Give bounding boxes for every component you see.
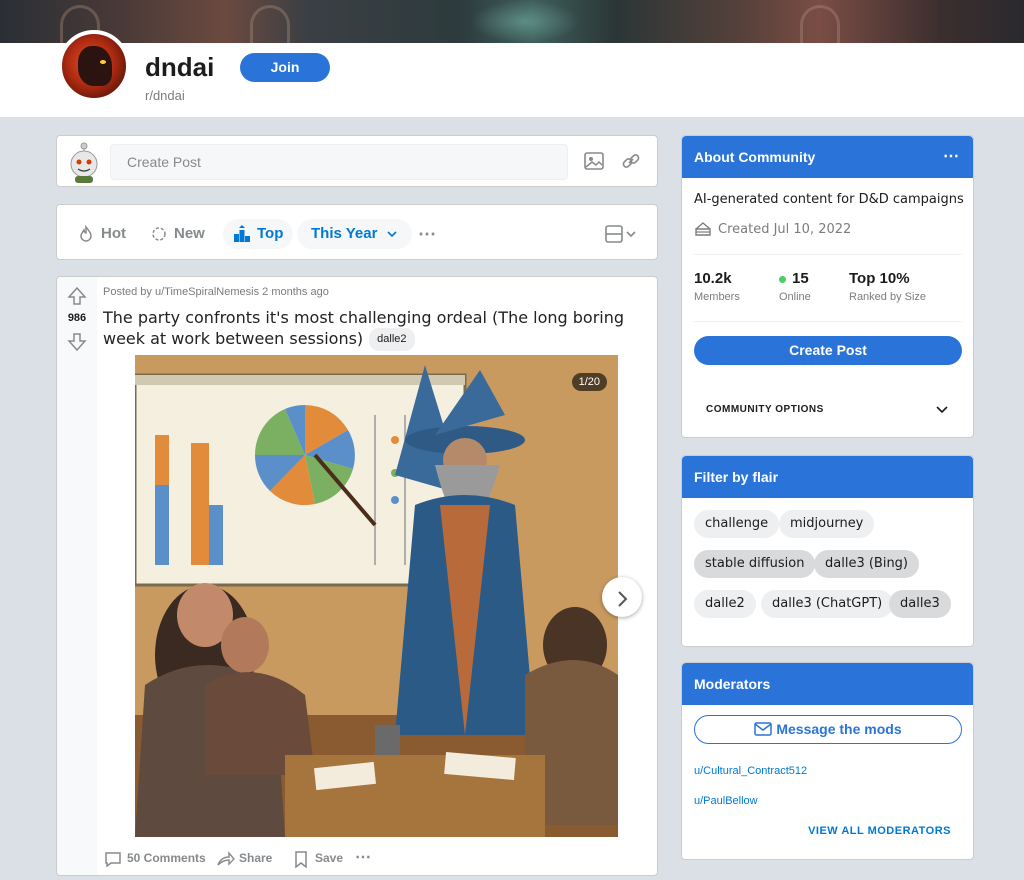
create-post-input[interactable]: Create Post xyxy=(110,144,568,180)
vote-count: 986 xyxy=(67,312,87,324)
sparkle-icon xyxy=(152,227,166,241)
about-divider xyxy=(694,254,962,255)
rank-stat: Top 10% Ranked by Size xyxy=(849,270,926,303)
message-mods-label: Message the mods xyxy=(776,721,902,737)
community-avatar xyxy=(58,30,130,102)
members-stat: 10.2k Members xyxy=(694,270,740,303)
about-community-header: About Community ⋯ xyxy=(682,136,973,178)
banner-arch-decoration xyxy=(800,5,840,43)
save-button[interactable]: Save xyxy=(291,847,343,869)
dragon-icon xyxy=(78,46,112,86)
online-count: 15 xyxy=(792,270,809,287)
more-options-icon[interactable]: ⋯ xyxy=(418,219,437,249)
save-label: Save xyxy=(315,851,344,865)
rank-label: Ranked by Size xyxy=(849,291,927,303)
wizard-presentation-illustration xyxy=(135,355,618,837)
sort-top-label: Top xyxy=(257,225,284,242)
sort-new-label: New xyxy=(174,225,205,242)
upvote-icon[interactable] xyxy=(66,285,88,307)
community-name: dndai xyxy=(145,52,215,82)
view-layout-toggle[interactable] xyxy=(605,219,637,249)
post-gallery-image[interactable] xyxy=(135,355,618,837)
image-upload-icon[interactable] xyxy=(583,150,605,172)
created-date: Created Jul 10, 2022 xyxy=(694,222,851,237)
community-banner xyxy=(0,0,1024,43)
moderator-link[interactable]: u/Cultural_Contract512 xyxy=(694,765,807,777)
sort-new[interactable]: New xyxy=(150,219,205,249)
online-stat: 15 Online xyxy=(779,270,811,303)
vote-column: 986 xyxy=(57,277,97,875)
flair-filter-dalle3[interactable]: dalle3 xyxy=(889,590,951,618)
created-date-text: Created Jul 10, 2022 xyxy=(718,222,852,237)
flair-filter-dalle3-bing[interactable]: dalle3 (Bing) xyxy=(814,550,920,578)
user-avatar-icon[interactable] xyxy=(65,140,103,184)
podium-icon xyxy=(234,225,250,243)
about-community-card: About Community ⋯ AI-generated content f… xyxy=(681,135,974,438)
sort-hot[interactable]: Hot xyxy=(77,219,126,249)
join-button[interactable]: Join xyxy=(240,53,330,82)
banner-glow xyxy=(470,0,580,43)
chevron-right-icon xyxy=(618,590,628,607)
banner-arch-decoration xyxy=(250,5,290,43)
gallery-next-button[interactable] xyxy=(602,577,642,617)
comment-icon xyxy=(105,852,121,868)
post-card[interactable]: 986 Posted by u/TimeSpiralNemesis 2 mont… xyxy=(56,276,658,876)
bookmark-icon xyxy=(295,851,307,869)
flair-filter-title: Filter by flair xyxy=(682,456,973,498)
gallery-counter: 1/20 xyxy=(571,373,607,391)
time-range-dropdown[interactable]: This Year xyxy=(297,219,412,249)
moderator-link[interactable]: u/PaulBellow xyxy=(694,795,758,807)
chevron-down-icon xyxy=(387,231,397,238)
share-icon xyxy=(217,850,235,866)
flair-filter-midjourney[interactable]: midjourney xyxy=(779,510,875,538)
dragon-eye xyxy=(100,60,106,64)
share-button[interactable]: Share xyxy=(215,847,272,869)
create-post-bar: Create Post xyxy=(56,135,658,187)
about-options-icon[interactable]: ⋯ xyxy=(943,136,959,178)
moderators-title: Moderators xyxy=(682,663,973,705)
rank-value: Top 10% xyxy=(849,270,910,287)
post-flair[interactable]: dalle2 xyxy=(369,328,415,351)
members-label: Members xyxy=(694,291,740,303)
community-path: r/dndai xyxy=(145,88,185,103)
about-divider xyxy=(694,321,962,322)
time-range-label: This Year xyxy=(311,225,378,242)
community-options-toggle[interactable]: COMMUNITY OPTIONS xyxy=(706,404,824,415)
online-label: Online xyxy=(779,291,811,303)
flair-filter-challenge[interactable]: challenge xyxy=(694,510,780,538)
flair-filter-stable-diffusion[interactable]: stable diffusion xyxy=(694,550,816,578)
envelope-icon xyxy=(754,722,773,736)
flair-filter-dalle2[interactable]: dalle2 xyxy=(694,590,756,618)
about-community-title: About Community xyxy=(694,149,816,165)
sort-bar: Hot New Top This Year ⋯ xyxy=(56,204,658,260)
share-label: Share xyxy=(239,851,273,865)
community-description: AI-generated content for D&D campaigns xyxy=(694,192,964,207)
post-title-text: The party confronts it's most challengin… xyxy=(103,308,625,348)
sidebar-create-post-button[interactable]: Create Post xyxy=(694,336,962,365)
members-count: 10.2k xyxy=(694,270,732,287)
link-icon[interactable] xyxy=(620,150,642,172)
chevron-down-icon[interactable] xyxy=(935,404,949,416)
comments-button[interactable]: 50 Comments xyxy=(103,847,206,869)
filter-by-flair-card: Filter by flair challenge midjourney sta… xyxy=(681,455,974,647)
post-meta: Posted by u/TimeSpiralNemesis 2 months a… xyxy=(103,286,329,298)
sort-hot-label: Hot xyxy=(101,225,126,242)
flame-icon xyxy=(80,225,92,242)
post-title[interactable]: The party confronts it's most challengin… xyxy=(103,307,653,351)
downvote-icon[interactable] xyxy=(66,331,88,353)
post-more-options-icon[interactable]: ⋯ xyxy=(355,847,371,869)
flair-filter-dalle3-chatgpt[interactable]: dalle3 (ChatGPT) xyxy=(761,590,894,618)
message-mods-button[interactable]: Message the mods xyxy=(694,715,962,744)
view-all-moderators-link[interactable]: VIEW ALL MODERATORS xyxy=(808,825,951,837)
sort-top[interactable]: Top xyxy=(223,219,294,249)
layout-card-icon xyxy=(605,225,636,243)
comments-label: 50 Comments xyxy=(127,851,206,865)
cake-icon xyxy=(695,222,711,236)
moderators-card: Moderators Message the mods u/Cultural_C… xyxy=(681,662,974,860)
online-indicator xyxy=(779,275,786,283)
